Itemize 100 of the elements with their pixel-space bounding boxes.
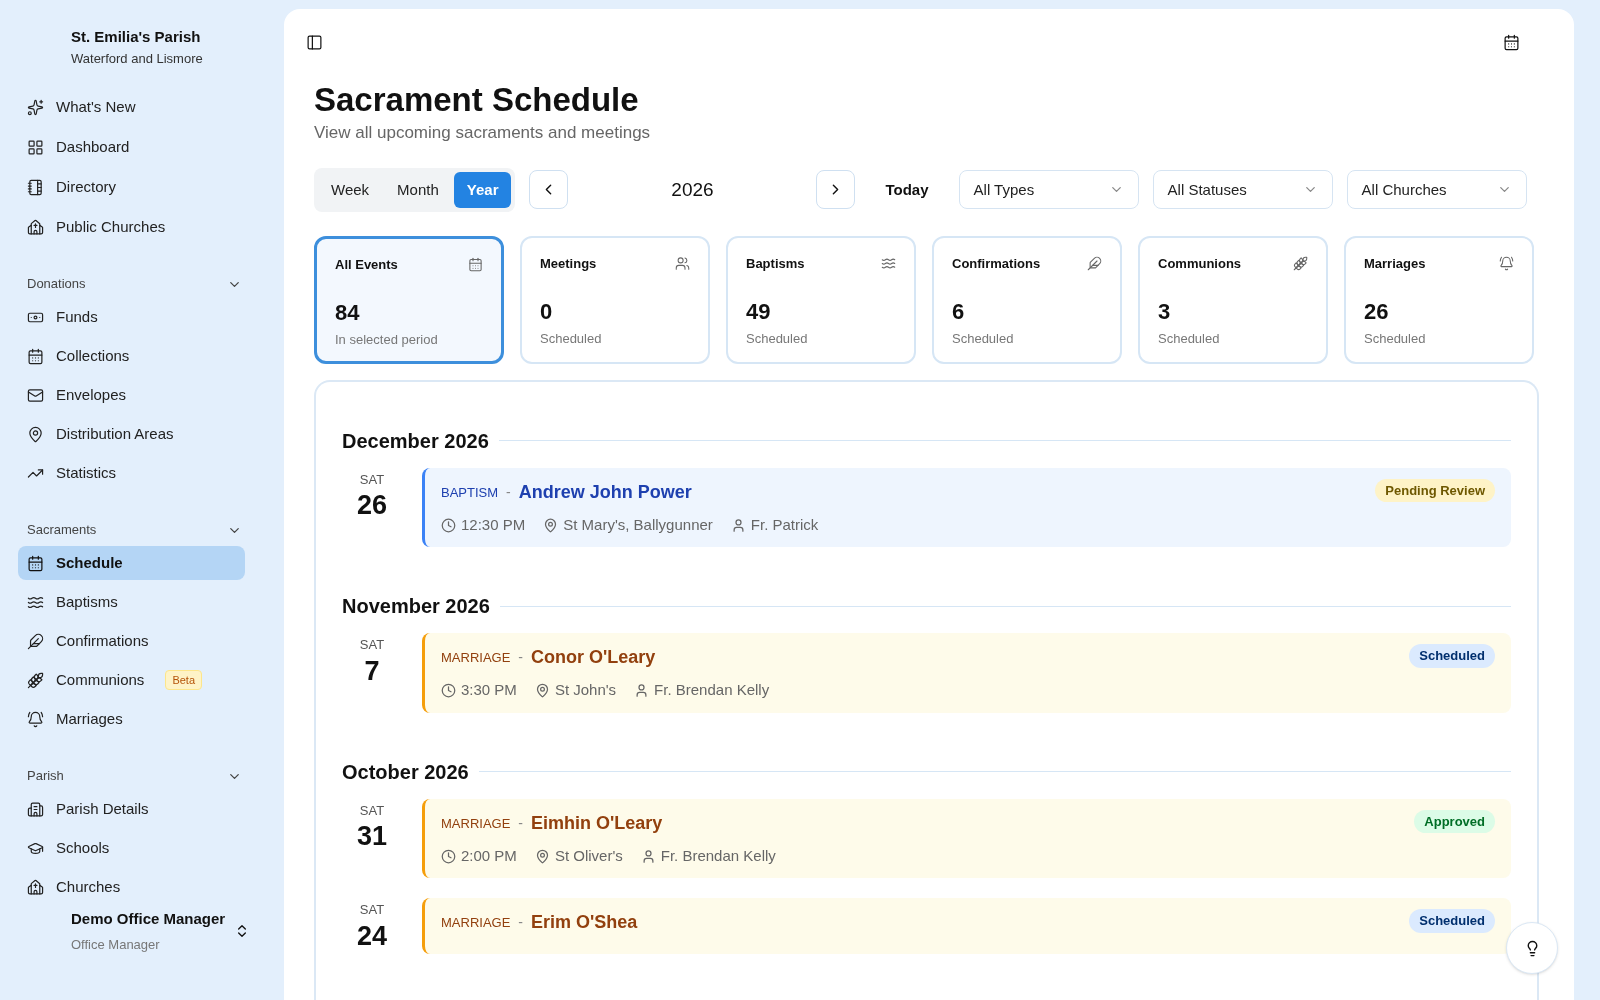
parish-name: St. Emilia's Parish: [71, 27, 202, 47]
mail-icon: [27, 386, 44, 404]
filter-dropdown[interactable]: All Churches: [1346, 170, 1527, 210]
nav-item[interactable]: Funds: [18, 300, 107, 334]
separator: -: [518, 648, 523, 668]
day-number: 26: [356, 489, 387, 523]
event-priest: Fr. Patrick: [750, 514, 819, 535]
nav-item[interactable]: Marriages: [18, 702, 132, 736]
stat-card[interactable]: Communions 3 Scheduled: [1138, 235, 1328, 364]
section-header[interactable]: Donations: [18, 274, 250, 294]
nav-item[interactable]: Envelopes: [18, 378, 136, 412]
event-time: 2:00 PM: [461, 845, 517, 866]
waves-icon: [881, 256, 896, 271]
diocese-name: Waterford and Lismore: [71, 49, 204, 68]
map-pin-icon: [543, 517, 559, 533]
nav-item[interactable]: Directory: [18, 170, 125, 204]
stat-card[interactable]: Marriages 26 Scheduled: [1344, 235, 1534, 364]
view-tab[interactable]: Week: [318, 171, 383, 208]
page-subtitle: View all upcoming sacraments and meetings: [314, 122, 652, 145]
event-location: St Mary's, Ballygunner: [563, 514, 713, 535]
person-icon: [634, 683, 650, 698]
nav-item[interactable]: Schools: [18, 831, 119, 865]
building-icon: [27, 800, 44, 818]
nav-item[interactable]: Schedule: [18, 546, 245, 580]
event-card[interactable]: MARRIAGE - Erim O'Shea Scheduled: [422, 898, 1511, 954]
view-tab[interactable]: Month: [384, 171, 452, 208]
event-name: Andrew John Power: [518, 480, 692, 504]
nav-item[interactable]: Communions: [18, 663, 154, 697]
nav-item[interactable]: Dashboard: [18, 130, 139, 164]
map-pin-icon: [27, 425, 44, 443]
month-heading: October 2026: [342, 759, 469, 785]
section-header[interactable]: Parish: [18, 766, 250, 786]
feather-icon: [27, 632, 44, 650]
calendar-icon: [27, 554, 44, 572]
event-name: Conor O'Leary: [531, 646, 656, 670]
status-badge: Scheduled: [1409, 909, 1495, 933]
nav-item[interactable]: Collections: [18, 339, 139, 373]
user-role: Office Manager: [71, 935, 161, 954]
status-badge: Approved: [1414, 809, 1495, 834]
event-card[interactable]: MARRIAGE - Eimhin O'Leary 2:00 PM St Oliver's Fr. Brendan Kelly Approved: [422, 798, 1511, 879]
status-badge: Scheduled: [1409, 644, 1495, 668]
calendar-icon: [468, 257, 483, 272]
stat-card[interactable]: Confirmations 6 Scheduled: [932, 235, 1122, 364]
event-type: MARRIAGE: [441, 649, 511, 667]
section-header[interactable]: Sacraments: [18, 520, 250, 540]
weekday-label: SAT: [359, 901, 385, 920]
bell-icon: [27, 710, 44, 728]
stat-card[interactable]: Baptisms 49 Scheduled: [726, 235, 916, 364]
weekday-label: SAT: [359, 636, 385, 655]
nav-item[interactable]: Confirmations: [18, 624, 158, 658]
separator: -: [518, 913, 523, 933]
event-priest: Fr. Brendan Kelly: [660, 845, 776, 866]
event-location: St John's: [554, 680, 617, 701]
event-name: Erim O'Shea: [531, 911, 638, 935]
status-badge: Pending Review: [1375, 478, 1495, 503]
person-icon: [730, 517, 746, 533]
weekday-label: SAT: [359, 801, 385, 820]
event-name: Eimhin O'Leary: [531, 811, 663, 835]
weekday-label: SAT: [359, 470, 385, 489]
month-heading: December 2026: [342, 428, 489, 454]
users-icon: [675, 256, 690, 271]
stat-card[interactable]: All Events 84 In selected period: [314, 235, 504, 364]
map-pin-icon: [534, 683, 550, 698]
event-priest: Fr. Brendan Kelly: [654, 680, 770, 701]
user-name: Demo Office Manager: [71, 909, 227, 929]
separator: -: [506, 482, 511, 502]
filter-dropdown[interactable]: All Types: [958, 170, 1139, 210]
calendar-icon[interactable]: [1503, 34, 1520, 51]
stat-card[interactable]: Meetings 0 Scheduled: [520, 235, 710, 364]
feather-icon: [1087, 256, 1102, 271]
nav-item[interactable]: Public Churches: [18, 210, 175, 244]
month-heading: November 2026: [342, 594, 490, 620]
sidebar-toggle-icon[interactable]: [306, 34, 323, 51]
nav-item[interactable]: Distribution Areas: [18, 417, 183, 451]
event-type: MARRIAGE: [441, 914, 511, 932]
event-card[interactable]: BAPTISM - Andrew John Power 12:30 PM St Mary's, Ballygunner Fr. Patrick Pending Review: [422, 467, 1511, 548]
nav-item[interactable]: Baptisms: [18, 585, 127, 619]
event-location: St Oliver's: [554, 845, 623, 866]
view-tab[interactable]: Year: [453, 171, 512, 208]
wheat-icon: [1293, 256, 1308, 271]
nav-item[interactable]: What's New: [18, 90, 145, 124]
clock-icon: [441, 683, 456, 698]
nav-item[interactable]: Statistics: [18, 456, 125, 490]
event-type: BAPTISM: [441, 483, 499, 502]
today-button[interactable]: Today: [869, 178, 945, 201]
notebook-icon: [27, 178, 44, 196]
church-icon: [27, 218, 44, 236]
beta-badge: Beta: [165, 669, 202, 691]
event-card[interactable]: MARRIAGE - Conor O'Leary 3:30 PM St John's Fr. Brendan Kelly Scheduled: [422, 633, 1511, 713]
nav-item[interactable]: Churches: [18, 870, 130, 904]
separator: -: [518, 813, 523, 833]
nav-item[interactable]: Parish Details: [18, 792, 158, 826]
person-icon: [640, 848, 656, 864]
filter-dropdown[interactable]: All Statuses: [1152, 170, 1333, 210]
event-type: MARRIAGE: [441, 814, 511, 833]
period-label: 2026: [670, 177, 715, 202]
page-title: Sacrament Schedule: [314, 80, 640, 120]
calendar-icon: [27, 347, 44, 365]
map-pin-icon: [534, 848, 550, 864]
church-icon: [27, 878, 44, 896]
